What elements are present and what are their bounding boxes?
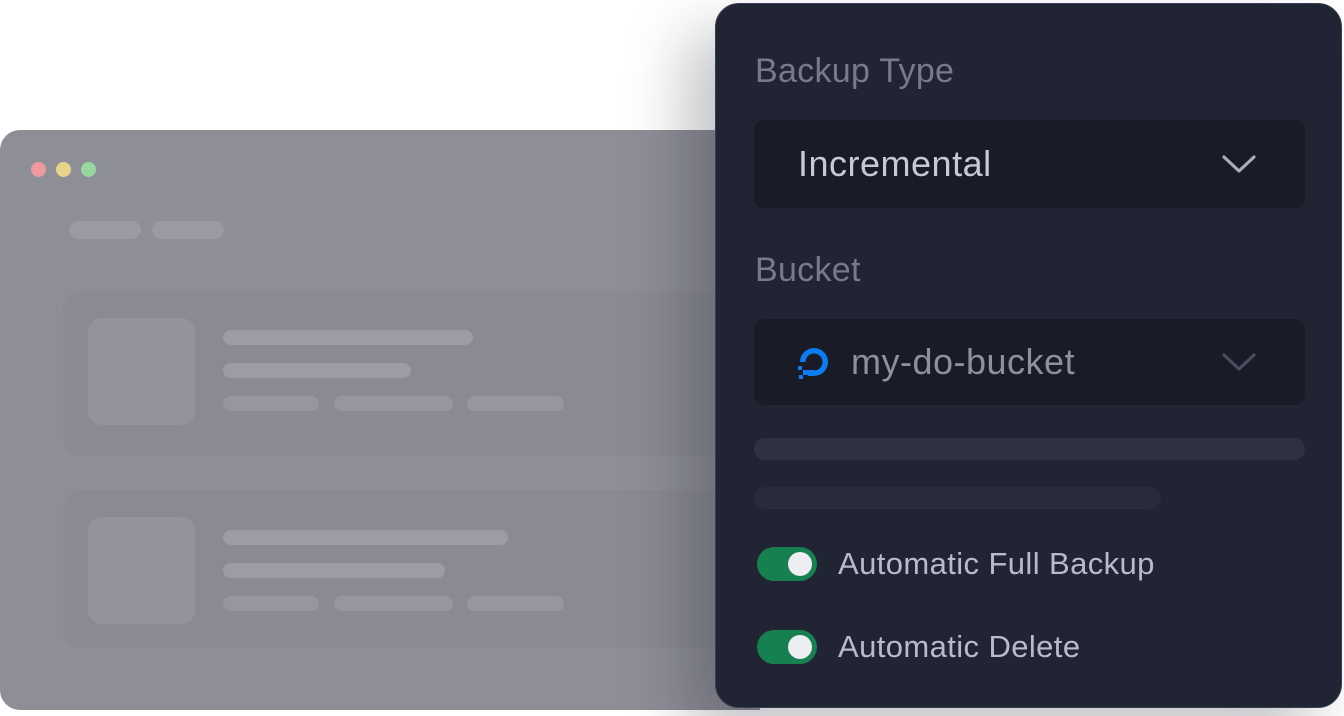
stage: Backup Type Incremental Bucket my-do-buc…: [0, 0, 1344, 716]
digitalocean-icon: [798, 348, 828, 379]
placeholder-line: [467, 396, 564, 411]
placeholder-line: [223, 396, 319, 411]
backup-type-value: Incremental: [798, 143, 992, 184]
placeholder-thumbnail: [88, 318, 195, 425]
bucket-value: my-do-bucket: [851, 341, 1076, 382]
placeholder-tab: [152, 221, 224, 239]
backup-settings-panel: Backup Type Incremental Bucket my-do-buc…: [715, 3, 1342, 708]
toggle-knob: [788, 635, 812, 659]
placeholder-line: [223, 363, 411, 378]
placeholder-line: [334, 396, 453, 411]
chevron-down-icon: [1222, 353, 1256, 371]
backup-type-select[interactable]: Incremental: [754, 120, 1305, 208]
close-dot: [31, 162, 46, 177]
skeleton-bar: [754, 438, 1305, 460]
backup-type-label: Backup Type: [755, 52, 955, 90]
placeholder-thumbnail: [88, 517, 195, 624]
toggle-switch[interactable]: [757, 630, 817, 664]
window-controls: [31, 162, 96, 177]
toggle-knob: [788, 552, 812, 576]
toggle-automatic-delete[interactable]: Automatic Delete: [757, 629, 1080, 665]
bucket-select[interactable]: my-do-bucket: [754, 319, 1305, 405]
placeholder-line: [223, 330, 473, 345]
placeholder-line: [223, 530, 508, 545]
placeholder-line: [223, 563, 445, 578]
bucket-label: Bucket: [755, 251, 861, 289]
chevron-down-icon: [1222, 155, 1256, 173]
maximize-dot: [81, 162, 96, 177]
toggle-switch[interactable]: [757, 547, 817, 581]
toggle-label: Automatic Delete: [838, 629, 1081, 664]
placeholder-line: [467, 596, 564, 611]
placeholder-tab: [69, 221, 141, 239]
placeholder-line: [223, 596, 319, 611]
toggle-automatic-full-backup[interactable]: Automatic Full Backup: [757, 546, 1155, 582]
toggle-label: Automatic Full Backup: [838, 546, 1155, 581]
minimize-dot: [56, 162, 71, 177]
skeleton-bar: [754, 487, 1161, 509]
placeholder-line: [334, 596, 453, 611]
